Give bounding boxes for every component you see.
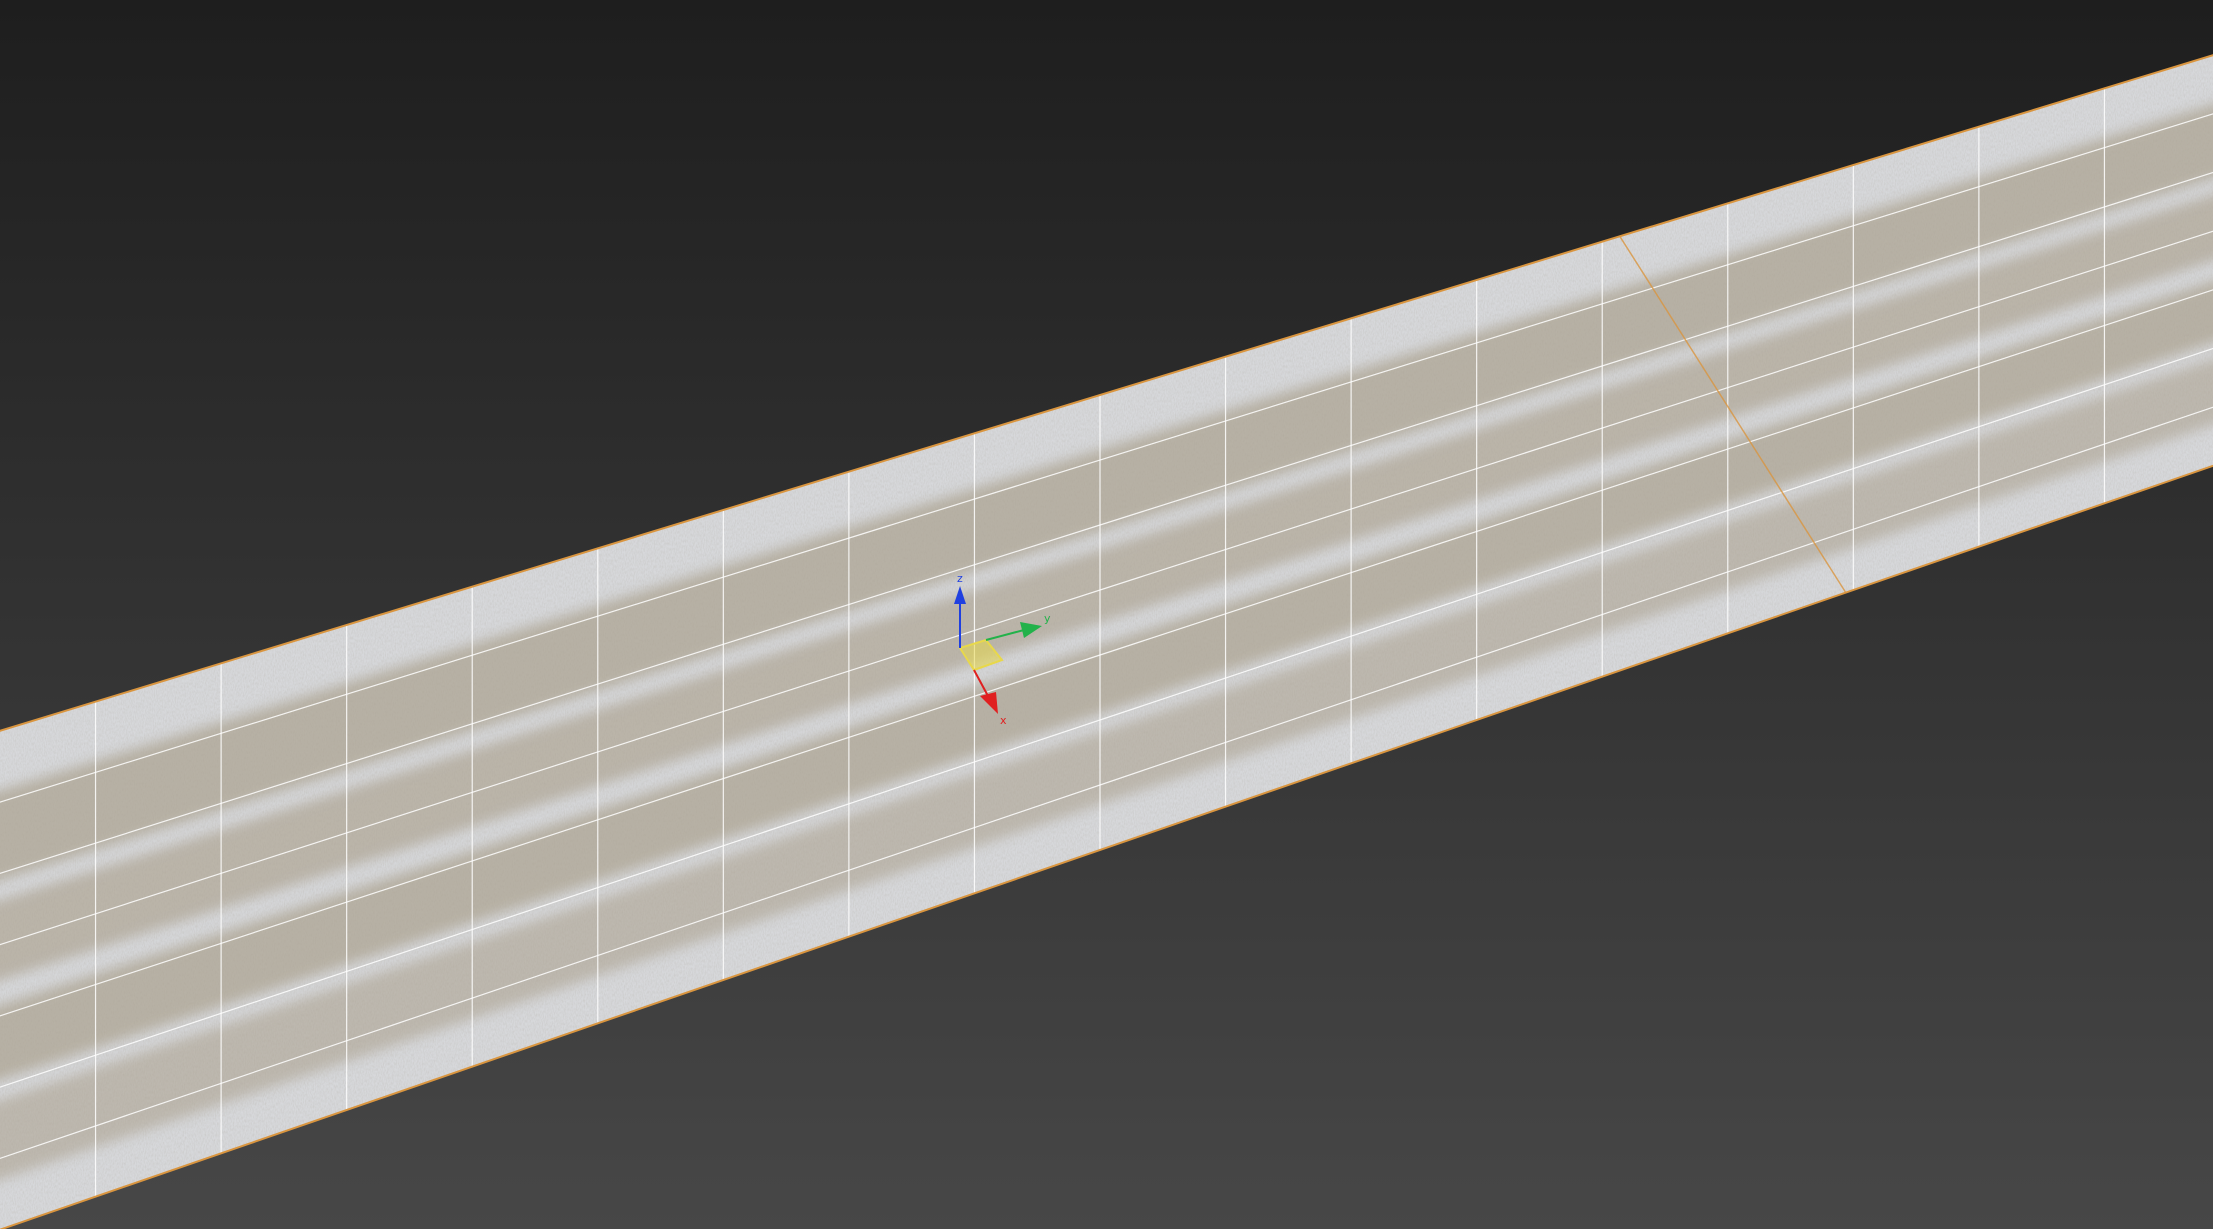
z-axis-label: z	[957, 572, 963, 585]
x-axis-label: x	[1000, 714, 1007, 727]
3d-viewport[interactable]: z y x	[0, 0, 2213, 1229]
viewport-canvas[interactable]: z y x	[0, 0, 2213, 1229]
y-axis-label: y	[1044, 612, 1051, 625]
